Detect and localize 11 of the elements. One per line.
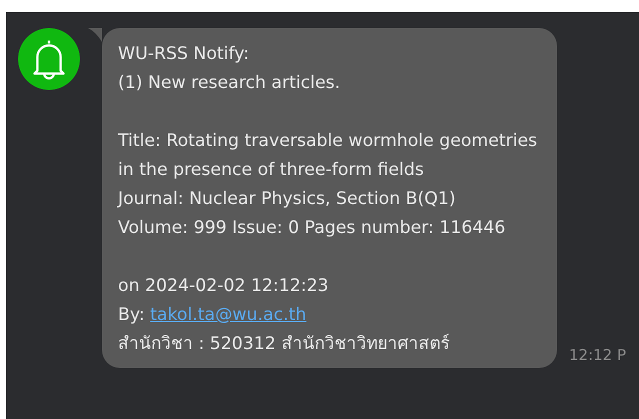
message-line: สำนักวิชา : 520312 สำนักวิชาวิทยาศาสตร์ [118,332,450,356]
message-line: Title: Rotating traversable wormhole geometries in the presence of three-form fields [118,130,538,182]
message-line: (1) New research articles. [118,72,342,95]
message-line: on 2024-02-02 12:12:23 [118,275,330,298]
email-link[interactable]: takol.ta@wu.ac.th [150,305,306,325]
message-time: 12:12 P [569,344,626,366]
message-line: Journal: Nuclear Physics, Section B(Q1) [118,188,457,211]
message-line: Volume: 999 Issue: 0 Pages number: 116446 [118,217,506,240]
sender-label: By: [118,305,145,325]
bell-avatar-icon [18,28,80,90]
message-line: WU-RSS Notify: [118,43,250,66]
